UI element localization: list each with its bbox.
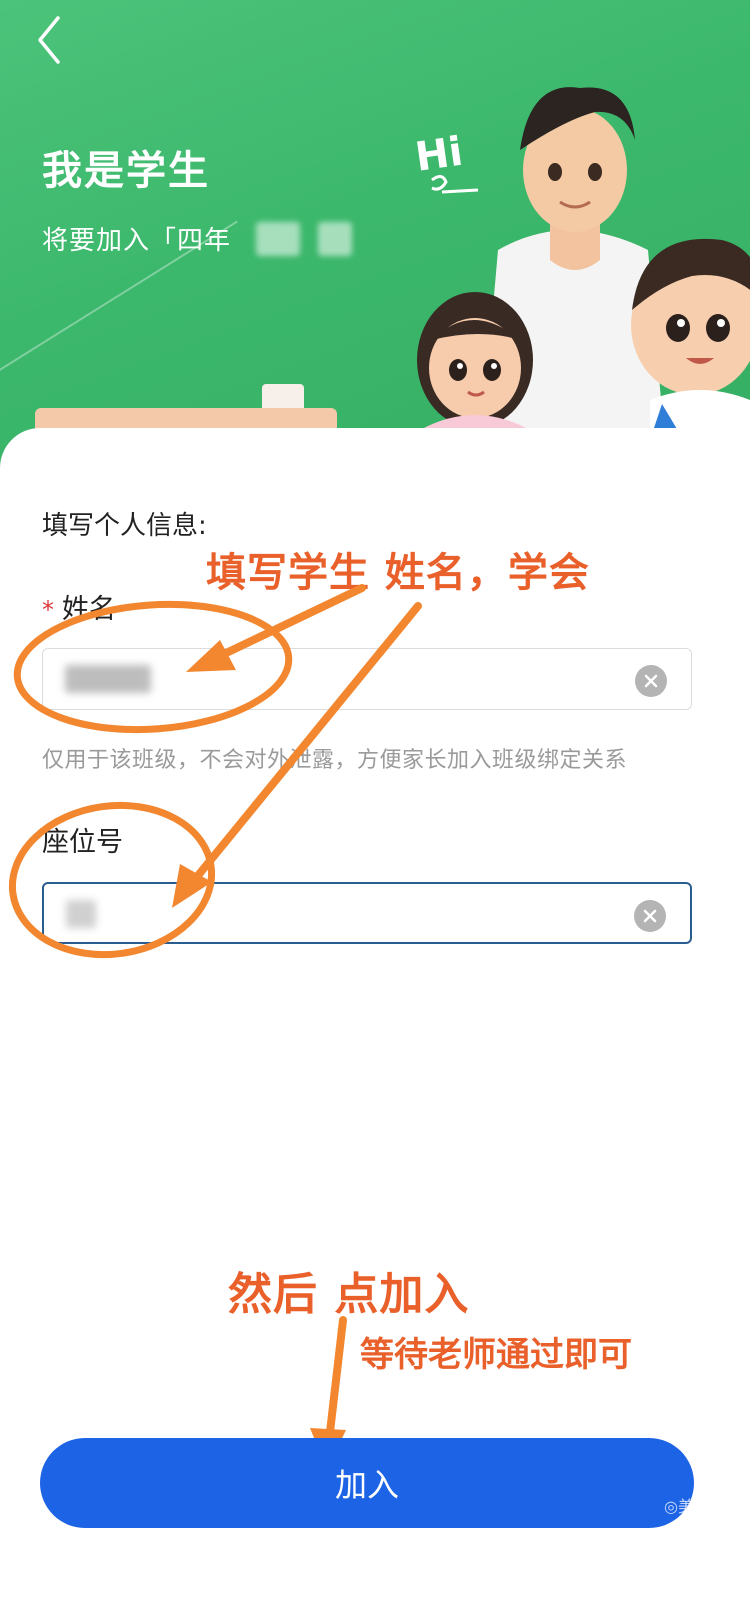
back-button[interactable] bbox=[28, 10, 88, 70]
page-title: 我是学生 bbox=[42, 148, 210, 194]
seat-input-box[interactable] bbox=[42, 882, 692, 944]
name-label-text: 姓名 bbox=[62, 594, 116, 625]
join-class-subtitle: 将要加入「四年 bbox=[42, 220, 231, 257]
required-mark: * bbox=[42, 596, 54, 624]
blurred-class-name-2 bbox=[318, 222, 352, 256]
seat-label-text: 座位号 bbox=[42, 827, 123, 858]
watermark: ◎美篇 bbox=[664, 1493, 710, 1517]
seat-field-label: 座位号 bbox=[42, 820, 123, 859]
subtitle-text: 将要加入「四年 bbox=[42, 226, 232, 256]
teacher-students-illustration bbox=[417, 87, 750, 470]
blurred-name-value bbox=[65, 665, 151, 693]
seat-input[interactable] bbox=[60, 894, 624, 936]
close-icon bbox=[643, 909, 657, 923]
name-field-label: * 姓名 bbox=[42, 587, 116, 626]
annotation-wait-teacher: 等待老师通过即可 bbox=[360, 1335, 632, 1375]
seat-clear-button[interactable] bbox=[634, 900, 666, 932]
join-button[interactable]: 加入 bbox=[40, 1438, 694, 1528]
name-privacy-hint: 仅用于该班级，不会对外泄露，方便家长加入班级绑定关系 bbox=[42, 748, 628, 773]
name-input-box[interactable] bbox=[42, 648, 692, 710]
annotation-fill-name: 填写学生 姓名，学会 bbox=[206, 550, 590, 596]
header-banner: 我是学生 将要加入「四年 Hi bbox=[0, 0, 750, 470]
blurred-seat-value bbox=[66, 900, 96, 928]
watermark-icon: ◎ bbox=[664, 1497, 678, 1516]
chevron-left-icon bbox=[38, 16, 60, 64]
section-label: 填写个人信息: bbox=[42, 511, 207, 541]
watermark-text: 美篇 bbox=[677, 1497, 710, 1516]
name-clear-button[interactable] bbox=[635, 665, 667, 697]
close-icon bbox=[644, 674, 658, 688]
annotation-then-join: 然后 点加入 bbox=[228, 1269, 470, 1320]
blurred-class-name bbox=[256, 222, 300, 256]
